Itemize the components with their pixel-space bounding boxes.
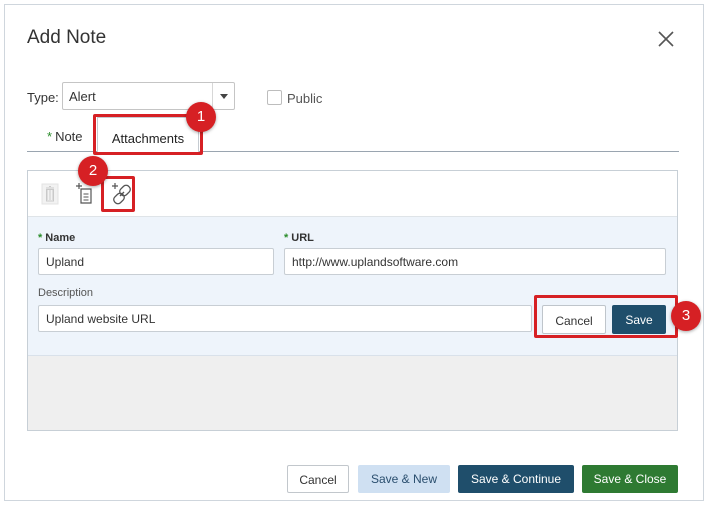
save-new-button[interactable]: Save & New [358,465,450,493]
cancel-button[interactable]: Cancel [287,465,349,493]
public-checkbox[interactable] [267,90,282,105]
description-label: Description [38,287,94,299]
name-input[interactable]: Upland [38,248,274,275]
url-input[interactable]: http://www.uplandsoftware.com [284,248,666,275]
dialog-title: Add Note [27,27,107,48]
chevron-down-icon[interactable] [212,83,234,109]
url-label: * URL [284,232,314,244]
type-select-value: Alert [69,89,96,104]
callout-badge-1: 1 [186,102,216,132]
close-icon[interactable] [656,29,676,49]
required-star: * [47,129,53,144]
callout-highlight-save [534,295,678,338]
type-label: Type: [27,90,59,105]
required-star: * [38,232,43,244]
name-label-text: Name [45,232,76,244]
callout-highlight-add-link [101,176,135,212]
trash-icon[interactable] [38,182,62,206]
add-note-dialog: Add Note Type: Alert Public * Note Attach… [4,4,704,501]
name-label: * Name [38,232,75,244]
tab-note-label: Note [55,129,83,144]
save-continue-button[interactable]: Save & Continue [458,465,574,493]
tab-note[interactable]: * Note [47,129,83,144]
callout-badge-2: 2 [78,156,108,186]
public-label: Public [287,91,323,106]
save-close-button[interactable]: Save & Close [582,465,678,493]
callout-badge-3: 3 [671,301,701,331]
url-label-text: URL [291,232,314,244]
description-input[interactable]: Upland website URL [38,305,532,332]
required-star: * [284,232,289,244]
